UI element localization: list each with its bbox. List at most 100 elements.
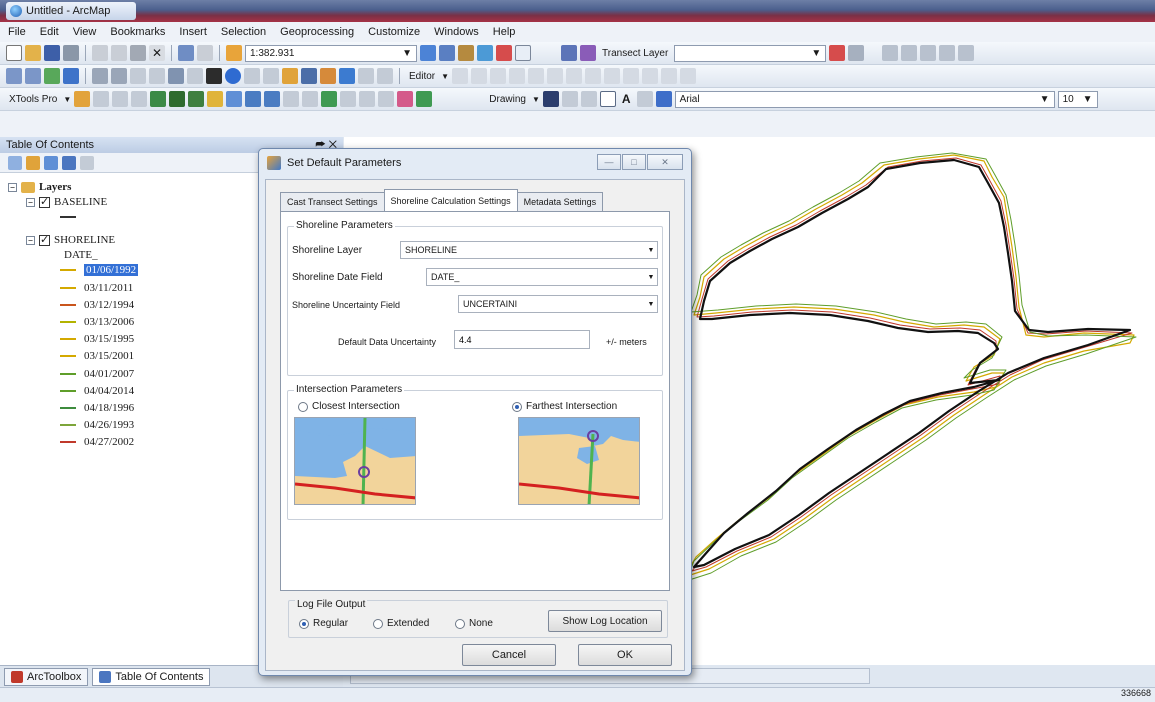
xtools-tool-icon[interactable] (340, 91, 357, 107)
cancel-button[interactable]: Cancel (462, 644, 556, 666)
find-route-icon[interactable] (320, 68, 336, 84)
draw-transect-icon[interactable] (580, 45, 596, 61)
undo-icon[interactable] (178, 45, 194, 61)
xtools-tool-icon[interactable] (131, 91, 148, 107)
attributes-icon[interactable] (642, 68, 659, 84)
transect-delete-icon[interactable] (848, 45, 865, 61)
straight-segment-icon[interactable] (490, 68, 507, 84)
open-icon[interactable] (25, 45, 41, 61)
menu-windows[interactable]: Windows (434, 26, 479, 38)
toolbox-icon[interactable] (496, 45, 512, 61)
legend-item[interactable]: 03/15/1995 (60, 333, 134, 345)
reshape-icon[interactable] (566, 68, 583, 84)
log-none-radio[interactable]: None (455, 618, 493, 629)
catalog-window-icon[interactable] (458, 45, 474, 61)
select-elements-arrow-icon[interactable] (542, 91, 559, 107)
map-scale-combo[interactable]: 1:382.931 ▼ (245, 44, 417, 62)
go-to-xy-icon[interactable] (339, 68, 355, 84)
html-popup-icon[interactable] (263, 68, 279, 84)
farthest-intersection-radio[interactable]: Farthest Intersection (512, 401, 617, 412)
xtools-tool-icon[interactable] (321, 91, 338, 107)
copy-icon[interactable] (111, 45, 127, 61)
measure-icon[interactable] (282, 68, 298, 84)
save-icon[interactable] (44, 45, 60, 61)
xtools-tool-icon[interactable] (283, 91, 300, 107)
zoom-whole-page-icon[interactable] (580, 91, 597, 107)
edit-vertices-icon[interactable] (547, 68, 564, 84)
shoreline-layer-select[interactable]: SHORELINE ▼ (400, 241, 658, 259)
toc-options-icon[interactable] (80, 155, 94, 170)
tab-arctoolbox[interactable]: ArcToolbox (4, 667, 89, 686)
time-slider-icon[interactable] (358, 68, 374, 84)
legend-item[interactable]: 01/06/1992 (60, 264, 139, 276)
xtools-tool-icon[interactable] (169, 91, 186, 107)
xtools-tool-icon[interactable] (302, 91, 319, 107)
default-uncertainty-input[interactable] (454, 330, 590, 349)
cut-icon[interactable] (92, 45, 108, 61)
zoom-out-icon[interactable] (25, 68, 41, 84)
xtools-tool-icon[interactable] (397, 91, 414, 107)
redo-icon[interactable] (197, 45, 213, 61)
legend-item[interactable]: 03/15/2001 (60, 350, 134, 362)
legend-item[interactable]: 04/18/1996 (60, 402, 134, 414)
sketch-properties-icon[interactable] (661, 68, 678, 84)
font-size-combo[interactable]: 10 ▼ (1057, 90, 1098, 108)
show-log-location-button[interactable]: Show Log Location (548, 610, 662, 632)
xtools-tool-icon[interactable] (245, 91, 262, 107)
menu-bookmarks[interactable]: Bookmarks (110, 26, 165, 38)
xtools-tool-icon[interactable] (359, 91, 376, 107)
legend-item[interactable]: 04/04/2014 (60, 385, 134, 397)
rotate-icon[interactable] (623, 68, 640, 84)
collapse-icon[interactable]: − (26, 197, 35, 207)
clear-selection-icon[interactable] (187, 68, 203, 84)
xtools-tool-icon[interactable] (112, 91, 129, 107)
menu-file[interactable]: File (8, 26, 26, 38)
layout-tool-icon[interactable] (901, 45, 918, 61)
list-by-drawing-order-icon[interactable] (8, 155, 22, 170)
fixed-zoom-out-icon[interactable] (111, 68, 127, 84)
closest-intersection-radio[interactable]: Closest Intersection (298, 401, 400, 412)
layer-visibility-checkbox[interactable] (39, 233, 50, 246)
menu-view[interactable]: View (73, 26, 97, 38)
viewer-window-icon[interactable] (377, 68, 393, 84)
xtools-tool-icon[interactable] (226, 91, 243, 107)
legend-item[interactable]: 04/26/1993 (60, 419, 134, 431)
xtools-tool-icon[interactable] (416, 91, 433, 107)
maximize-button[interactable]: □ (622, 154, 646, 170)
xtools-tool-icon[interactable] (207, 91, 224, 107)
menu-customize[interactable]: Customize (368, 26, 420, 38)
log-extended-radio[interactable]: Extended (373, 618, 429, 629)
font-name-combo[interactable]: Arial ▼ (674, 90, 1055, 108)
layout-tool-icon[interactable] (939, 45, 956, 61)
collapse-icon[interactable]: − (26, 235, 35, 245)
identify-icon[interactable] (225, 68, 241, 84)
editor-toolbar-icon[interactable] (420, 45, 436, 61)
tab-shoreline-calculation-settings[interactable]: Shoreline Calculation Settings (383, 189, 518, 211)
tree-row-shoreline[interactable]: − SHORELINE (26, 233, 115, 246)
find-icon[interactable] (301, 68, 317, 84)
tab-table-of-contents[interactable]: Table Of Contents (92, 667, 211, 686)
layout-tool-icon[interactable] (920, 45, 937, 61)
legend-item[interactable]: 03/12/1994 (60, 299, 134, 311)
rotate-element-icon[interactable] (561, 91, 578, 107)
list-by-visibility-icon[interactable] (44, 155, 58, 170)
fixed-zoom-in-icon[interactable] (92, 68, 108, 84)
layout-tool-icon[interactable] (882, 45, 899, 61)
menu-geoprocessing[interactable]: Geoprocessing (280, 26, 354, 38)
add-data-icon[interactable] (226, 45, 242, 61)
edit-tool-icon[interactable] (452, 68, 469, 84)
window-title-tab[interactable]: Untitled - ArcMap (6, 2, 136, 20)
rectangle-icon[interactable] (599, 91, 616, 107)
ok-button[interactable]: OK (578, 644, 672, 666)
tab-metadata-settings[interactable]: Metadata Settings (516, 192, 604, 211)
collapse-icon[interactable]: − (8, 182, 17, 192)
end-point-arc-icon[interactable] (509, 68, 526, 84)
transect-layer-combo[interactable]: ▼ (674, 44, 827, 62)
zoom-in-icon[interactable] (6, 68, 22, 84)
select-features-icon[interactable] (168, 68, 184, 84)
pan-icon[interactable] (44, 68, 60, 84)
list-by-source-icon[interactable] (26, 155, 40, 170)
shoreline-uncertainty-field-select[interactable]: UNCERTAINI ▼ (458, 295, 658, 313)
transect-tool-icon[interactable] (561, 45, 577, 61)
menu-insert[interactable]: Insert (179, 26, 207, 38)
